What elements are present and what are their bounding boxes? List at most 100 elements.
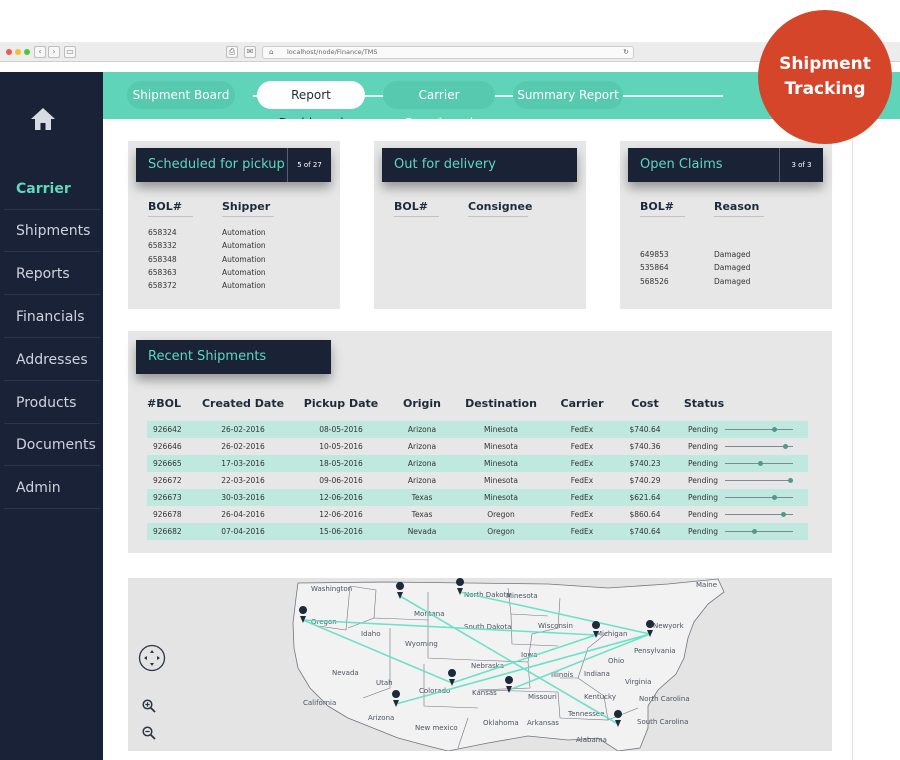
- pickup-col-bol: BOL#: [148, 200, 193, 217]
- sidebar-toggle-icon[interactable]: ▭: [64, 46, 76, 58]
- print-icon[interactable]: ⎙: [226, 46, 238, 58]
- map-label: Utah: [376, 679, 393, 687]
- cell-status: Pending: [688, 425, 718, 434]
- claims-reason-list: Damaged Damaged Damaged: [714, 248, 750, 288]
- claims-card: Open Claims 3 of 3 BOL# Reason 649853 53…: [620, 141, 832, 309]
- sidebar-item-financials[interactable]: Financials: [4, 296, 100, 338]
- cell-cost: $860.64: [629, 510, 661, 519]
- recent-shipments-card: Recent Shipments #BOL Created Date Picku…: [128, 331, 832, 553]
- back-icon[interactable]: ‹: [34, 46, 46, 58]
- map-label: South Carolina: [637, 718, 688, 726]
- cell-created-date: 22-03-2016: [221, 476, 265, 485]
- sidebar-item-addresses[interactable]: Addresses: [4, 339, 100, 381]
- map-label: Tennessee: [567, 710, 604, 718]
- tab-report-dashboard[interactable]: Report Dashboard: [257, 81, 365, 130]
- address-bar[interactable]: ⌂ localhost/node/Finance/TMS ↻: [262, 46, 634, 59]
- list-item: Automation: [222, 267, 266, 277]
- sidebar-item-admin[interactable]: Admin: [4, 467, 100, 509]
- table-row[interactable]: 926646 26-02-2016 10-05-2016 Arizona Minesot…: [147, 438, 808, 455]
- status-progress-knob: [752, 529, 757, 534]
- list-item: 658348: [148, 254, 177, 264]
- map-label: Minesota: [506, 592, 538, 600]
- cell-created-date: 30-03-2016: [221, 493, 265, 502]
- shipment-map[interactable]: Washington Oregon Idaho Montana North Da…: [128, 578, 832, 751]
- sidebar-item-carrier[interactable]: Carrier: [4, 168, 100, 210]
- zoom-out-icon[interactable]: [142, 726, 156, 740]
- cell-bol: 926682: [153, 527, 182, 536]
- cell-destination: Oregon: [487, 510, 515, 519]
- th-status: Status: [683, 397, 725, 410]
- sidebar-item-documents[interactable]: Documents: [4, 424, 100, 466]
- th-carrier: Carrier: [560, 397, 604, 410]
- cell-bol: 926678: [153, 510, 182, 519]
- list-item: Automation: [222, 281, 266, 291]
- tab-carrier-scoreboard[interactable]: Carrier Scoreboard: [383, 81, 495, 130]
- map-label: Ohio: [608, 657, 624, 665]
- cell-status: Pending: [688, 476, 718, 485]
- sidebar: Carrier Shipments Reports Financials Add…: [0, 72, 103, 760]
- status-progress-knob: [781, 512, 786, 517]
- claims-col-bol: BOL#: [640, 200, 685, 217]
- cell-bol: 926673: [153, 493, 182, 502]
- tab-shipment-board[interactable]: Shipment Board: [127, 81, 235, 109]
- cell-pickup-date: 09-06-2016: [319, 476, 363, 485]
- list-item: Damaged: [714, 263, 751, 273]
- sidebar-item-shipments[interactable]: Shipments: [4, 210, 100, 252]
- list-item: 658372: [148, 281, 177, 291]
- cell-status: Pending: [688, 527, 718, 536]
- status-progress-knob: [788, 478, 793, 483]
- claims-card-header: Open Claims 3 of 3: [628, 148, 823, 182]
- table-row[interactable]: 926642 26-02-2016 08-05-2016 Arizona Minesot…: [147, 421, 808, 438]
- status-progress-bar: [725, 429, 793, 430]
- cell-origin: Arizona: [407, 425, 437, 434]
- sidebar-item-products[interactable]: Products: [4, 382, 100, 424]
- forward-icon[interactable]: ›: [48, 46, 60, 58]
- table-row[interactable]: 926673 30-03-2016 12-06-2016 Texas Minesota F…: [147, 489, 808, 506]
- list-item: Automation: [222, 228, 266, 237]
- tab-summary-report[interactable]: Summary Report: [513, 81, 623, 109]
- home-icon[interactable]: [30, 106, 56, 132]
- claims-card-title: Open Claims: [640, 157, 723, 172]
- cell-cost: $740.23: [629, 459, 661, 468]
- status-progress-knob: [772, 427, 777, 432]
- cell-status: Pending: [688, 493, 718, 502]
- recent-shipments-title: Recent Shipments: [148, 349, 267, 364]
- cell-destination: Minesota: [484, 442, 518, 451]
- cell-carrier: FedEx: [570, 510, 594, 519]
- cell-created-date: 26-04-2016: [221, 510, 265, 519]
- pickup-count: 5 of 27: [287, 148, 331, 182]
- pickup-col-shipper: Shipper: [222, 200, 274, 217]
- zoom-in-icon[interactable]: [142, 699, 156, 713]
- table-row[interactable]: 926682 07-04-2016 15-06-2016 Nevada Oregon Fe…: [147, 523, 808, 540]
- cell-status: Pending: [688, 459, 718, 468]
- cell-cost: $740.29: [629, 476, 661, 485]
- table-row[interactable]: 926672 22-03-2016 09-06-2016 Arizona Minesot…: [147, 472, 808, 489]
- map-label: Nebraska: [471, 662, 504, 670]
- cell-bol: 926646: [153, 442, 182, 451]
- window-maximize-button[interactable]: [24, 49, 30, 55]
- cell-created-date: 26-02-2016: [221, 425, 265, 434]
- table-row[interactable]: 926665 17-03-2016 18-05-2016 Arizona Minesot…: [147, 455, 808, 472]
- sidebar-item-reports[interactable]: Reports: [4, 253, 100, 295]
- cell-pickup-date: 18-05-2016: [319, 459, 363, 468]
- list-item: 535864: [640, 263, 669, 273]
- th-bol: #BOL: [147, 397, 181, 410]
- cell-pickup-date: 15-06-2016: [319, 527, 363, 536]
- pan-control-icon[interactable]: [138, 644, 166, 672]
- window-close-button[interactable]: [6, 49, 12, 55]
- reload-icon[interactable]: ↻: [623, 47, 629, 58]
- table-row[interactable]: 926678 26-04-2016 12-06-2016 Texas Oregon Fed…: [147, 506, 808, 523]
- cell-cost: $740.64: [629, 527, 661, 536]
- list-item: 658332: [148, 241, 177, 251]
- map-label: Maine: [696, 581, 717, 589]
- map-label: Pensylvania: [634, 647, 676, 655]
- map-label: Nevada: [332, 669, 359, 677]
- pickup-shipper-list: Automation Automation Automation Automat…: [222, 226, 266, 292]
- map-label: Alabama: [576, 736, 607, 744]
- cell-pickup-date: 12-06-2016: [319, 493, 363, 502]
- cell-bol: 926642: [153, 425, 182, 434]
- mail-icon[interactable]: ✉: [244, 46, 256, 58]
- window-minimize-button[interactable]: [15, 49, 21, 55]
- status-progress-bar: [725, 531, 793, 532]
- th-pickup-date: Pickup Date: [303, 397, 379, 410]
